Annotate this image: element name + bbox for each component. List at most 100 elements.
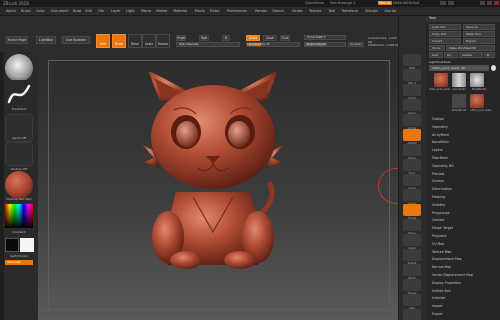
copy-tool-button[interactable]: Copy Tool <box>429 31 461 37</box>
tool-scroll-icon[interactable] <box>491 65 496 71</box>
draw-button[interactable]: Draw <box>112 34 126 48</box>
shelf-button-spix-3[interactable] <box>403 69 421 81</box>
lightbox-tools-link[interactable]: Lightbox▸Tools <box>429 60 451 64</box>
menu-material[interactable]: Material <box>173 9 187 13</box>
tool-menu-morph-target[interactable]: Morph Target <box>432 226 453 230</box>
tool-menu-preview[interactable]: Preview <box>432 172 444 176</box>
menu-movie[interactable]: Movie <box>195 9 205 13</box>
tool-menu-displacement-map[interactable]: Displacement Map <box>432 257 462 261</box>
menu-edit[interactable]: Edit <box>85 9 92 13</box>
home-page-button[interactable]: Home Page <box>6 36 28 44</box>
menu-texture[interactable]: Texture <box>309 9 321 13</box>
all-button[interactable]: All <box>444 52 458 58</box>
menu-transform[interactable]: Transform <box>341 9 358 13</box>
shelf-button-frame[interactable] <box>403 204 421 216</box>
see-through-slider[interactable]: See-through 0 <box>330 1 356 5</box>
tool-palette-title[interactable]: Tool <box>426 16 500 22</box>
tool-menu-layers[interactable]: Layers <box>432 148 443 152</box>
load-tool-button[interactable]: Load Tool <box>429 24 461 30</box>
shelf-button-scale[interactable] <box>403 234 421 246</box>
draw-size-slider[interactable]: Draw Size 64 <box>304 42 346 47</box>
tool-menu-visibility[interactable]: Visibility <box>432 203 445 207</box>
tool-menu-initialize[interactable]: Initialize <box>432 296 445 300</box>
move-button[interactable]: Move <box>128 34 142 48</box>
shelf-button-bpr[interactable] <box>403 54 421 66</box>
menu-color[interactable]: Color <box>36 9 45 13</box>
lightbox-button[interactable]: LightBox <box>36 36 56 44</box>
zcut-button[interactable]: Zcut <box>280 35 290 41</box>
tool-thumb-kitten[interactable] <box>434 73 448 87</box>
menu-picker[interactable]: Picker <box>210 9 220 13</box>
close-icon[interactable] <box>494 1 499 5</box>
tool-menu-export[interactable]: Export <box>432 312 442 316</box>
z-intensity-slider[interactable]: Z Intensity 25 <box>246 42 300 47</box>
menu-tool[interactable]: Tool <box>328 9 335 13</box>
focal-shift-slider[interactable]: Focal Shift 0 <box>304 35 346 40</box>
secondary-color-swatch[interactable] <box>20 238 34 252</box>
shelf-button-transp[interactable] <box>403 279 421 291</box>
shelf-button-persp[interactable] <box>403 144 421 156</box>
zsub-button[interactable]: Zsub <box>263 35 277 41</box>
layout-icon[interactable] <box>448 1 454 5</box>
rgb-intensity-slider[interactable]: Rgb Intensity <box>176 42 240 47</box>
tool-menu-texture-map[interactable]: Texture Map <box>432 250 451 254</box>
paste-tool-button[interactable]: Paste Tool <box>463 31 495 37</box>
goz-button[interactable]: GoZ <box>429 52 443 58</box>
live-boolean-button[interactable]: Live Boolean <box>62 36 90 44</box>
menu-stroke[interactable]: Stroke <box>292 9 303 13</box>
shelf-button-zoom[interactable] <box>403 99 421 111</box>
menu-preferences[interactable]: Preferences <box>227 9 247 13</box>
tool-thumb-simplebrush[interactable] <box>452 94 466 108</box>
shelf-button-rotate[interactable] <box>403 249 421 261</box>
menus-button[interactable]: Menus <box>378 1 392 5</box>
color-picker[interactable] <box>5 204 33 228</box>
m-button[interactable]: M <box>222 35 230 41</box>
shelf-button-move[interactable] <box>403 219 421 231</box>
shelf-button-xpose[interactable] <box>403 309 421 320</box>
tool-menu-deformation[interactable]: Deformation <box>432 187 452 191</box>
tool-menu-nanomesh[interactable]: NanoMesh <box>432 140 449 144</box>
tool-menu-polygroups[interactable]: Polygroups <box>432 211 449 215</box>
shelf-button-scroll[interactable] <box>403 84 421 96</box>
tool-menu-normal-map[interactable]: Normal Map <box>432 265 451 269</box>
zadd-button[interactable]: Zadd <box>246 35 260 41</box>
kitten-model[interactable] <box>138 72 288 272</box>
material-icon[interactable] <box>5 171 33 199</box>
tool-menu-unified-skin[interactable]: Unified Skin <box>432 289 451 293</box>
tool-menu-geometry-hd[interactable]: Geometry HD <box>432 164 454 168</box>
stroke-icon[interactable] <box>5 80 33 108</box>
tool-menu-arraymesh[interactable]: ArrayMesh <box>432 133 449 137</box>
tool-thumb-kitten-2[interactable] <box>470 94 484 108</box>
maximize-icon[interactable] <box>487 1 492 5</box>
menu-zplugin[interactable]: Zplugin <box>365 9 378 13</box>
make-polymesh-button[interactable]: Make PolyMesh3D <box>446 45 495 51</box>
tool-menu-contact[interactable]: Contact <box>432 218 444 222</box>
rgb-button[interactable]: Rgb <box>199 35 209 41</box>
menu-layer[interactable]: Layer <box>111 9 120 13</box>
tool-menu-surface[interactable]: Surface <box>432 179 444 183</box>
menu-render[interactable]: Render <box>255 9 267 13</box>
r-button[interactable]: R <box>484 52 495 58</box>
menu-marker[interactable]: Marker <box>156 9 168 13</box>
switch-color-label[interactable]: SwitchColor <box>3 254 35 258</box>
shelf-button-local[interactable] <box>403 174 421 186</box>
settings-icon[interactable] <box>440 1 446 5</box>
tool-name-slider[interactable]: kitten_print_ready: 48 <box>429 65 489 71</box>
clone-button[interactable]: Clone <box>429 45 445 51</box>
menu-zscript[interactable]: Zscript <box>384 9 396 13</box>
texture-icon[interactable] <box>5 142 33 166</box>
shelf-button-aahalf[interactable] <box>403 129 421 141</box>
tool-thumb-polymesh[interactable] <box>470 73 484 87</box>
tool-menu-fibermesh[interactable]: FiberMesh <box>432 156 448 160</box>
tool-menu-import[interactable]: Import <box>432 304 443 308</box>
shelf-button-actual[interactable] <box>403 114 421 126</box>
save-as-button[interactable]: Save As <box>463 24 495 30</box>
menu-alpha[interactable]: Alpha <box>6 9 16 13</box>
visible-button[interactable]: Visible <box>459 52 483 58</box>
tool-menu-polypaint[interactable]: Polypaint <box>432 234 447 238</box>
menu-draw[interactable]: Draw <box>73 9 82 13</box>
shelf-button-solo[interactable] <box>403 294 421 306</box>
menu-macro[interactable]: Macro <box>141 9 151 13</box>
tool-menu-display-properties[interactable]: Display Properties <box>432 281 461 285</box>
scale-button[interactable]: Scale <box>142 34 156 48</box>
